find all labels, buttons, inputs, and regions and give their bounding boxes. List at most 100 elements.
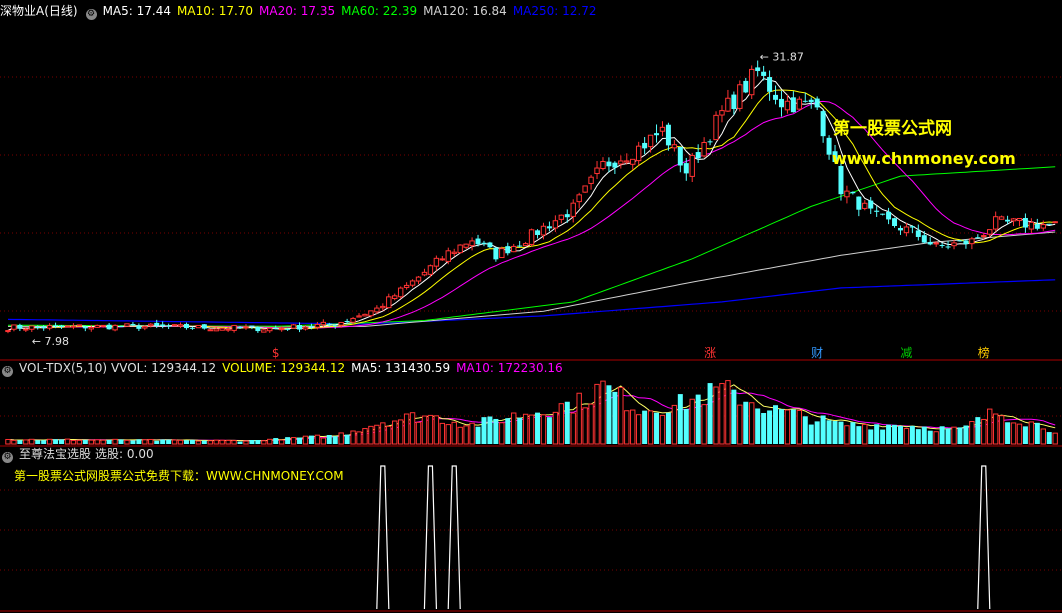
candle-body (689, 154, 695, 177)
candle-body (552, 220, 559, 229)
candle-body (945, 246, 951, 248)
signal-spike-2 (447, 465, 461, 610)
candle (713, 111, 719, 141)
volume-bar (290, 437, 297, 445)
indicator-name[interactable]: 至尊法宝选股 (19, 447, 91, 461)
volume-bar (546, 417, 552, 444)
candle-body (320, 321, 327, 326)
candle-body (505, 246, 511, 254)
volume-bar (368, 425, 374, 445)
volume-bar (106, 439, 112, 444)
volume-bar (880, 429, 886, 444)
candle-body (826, 137, 832, 155)
volume-bar (142, 439, 148, 445)
ma-legend-item-2: MA20: 17.35 (259, 4, 336, 18)
volume-bar (564, 401, 570, 444)
settings-icon[interactable]: ⚙ (85, 9, 97, 20)
candle (659, 121, 666, 137)
volume-bar (118, 439, 124, 444)
candle (671, 139, 678, 152)
volume-bar (463, 425, 469, 445)
candle-body (130, 324, 136, 326)
candle-body (53, 325, 59, 327)
volume-bar (987, 408, 993, 445)
volume-bar (594, 383, 600, 445)
candle-body (874, 210, 880, 212)
vol-legend-item-2: MA5: 131430.59 (351, 361, 451, 375)
candle (683, 157, 689, 181)
signal-spikes (376, 465, 991, 610)
candle-body (517, 245, 523, 247)
candle (356, 313, 362, 318)
candle-body (654, 133, 660, 136)
candle-body (886, 211, 892, 220)
candle-body (290, 324, 297, 329)
volume-bar (743, 401, 749, 444)
candle-body (677, 146, 683, 166)
vol-indicator-name[interactable]: VOL-TDX(5,10) (19, 361, 107, 375)
volume-bar (219, 439, 225, 445)
candle (46, 323, 53, 331)
candle-body (171, 324, 178, 327)
candle (522, 241, 529, 247)
chart-canvas[interactable]: $ 涨 财 减 榜 ← 31.87 ← 7.98 (0, 0, 1062, 613)
candle (439, 256, 446, 261)
volume-bar (951, 426, 957, 445)
candle-body (737, 84, 743, 109)
volume-bar (618, 386, 624, 445)
candle-body (463, 243, 469, 248)
candle-body (285, 328, 291, 330)
candle (892, 217, 898, 228)
volume-bar (826, 420, 832, 444)
candle (517, 240, 523, 248)
volume-bar (267, 438, 273, 445)
candle-body (659, 126, 666, 132)
stock-name[interactable]: 深物业A(日线) (0, 4, 78, 18)
volume-bar (874, 424, 880, 444)
candlesticks (5, 60, 1058, 334)
candle (1046, 223, 1052, 225)
candle (160, 321, 166, 329)
volume-bar (1046, 432, 1052, 444)
volume-bar (397, 419, 404, 445)
candle-body (29, 325, 35, 330)
watermark-cn: 第一股票公式网 (833, 119, 952, 139)
settings-icon[interactable]: ⚙ (2, 452, 13, 463)
volume-bar (243, 440, 249, 445)
volume-bar (76, 439, 83, 445)
candle-body (160, 324, 166, 327)
volume-bar (659, 414, 666, 445)
candle-body (564, 214, 570, 218)
volume-bar (856, 426, 862, 444)
candle (719, 105, 725, 123)
candle-body (588, 176, 594, 184)
settings-icon[interactable]: ⚙ (2, 366, 13, 377)
candle-body (612, 162, 618, 168)
candle-body (540, 225, 547, 236)
volume-bar (261, 440, 267, 445)
volume-bar (737, 404, 743, 445)
volume-bar (635, 414, 642, 445)
vol-legend: VVOL: 129344.12 VOLUME: 129344.12 MA5: 131… (111, 361, 569, 375)
vol-legend-item-1: VOLUME: 129344.12 (222, 361, 346, 375)
candle-body (535, 230, 541, 235)
volume-bar (213, 439, 219, 445)
ma-legend-item-3: MA60: 22.39 (341, 4, 418, 18)
candle (94, 324, 100, 328)
candle-body (624, 160, 630, 163)
candle-body (1052, 221, 1058, 224)
event-marker-1: 涨 (704, 345, 716, 360)
candle-body (820, 111, 826, 137)
volume-header: ⚙ VOL-TDX(5,10) VVOL: 129344.12 VOLUME: 129… (0, 359, 575, 377)
volume-bar (647, 410, 654, 445)
price-low-label: ← 7.98 (32, 335, 69, 348)
candle-body (231, 324, 237, 331)
candle (921, 231, 927, 244)
candle-body (88, 326, 94, 330)
volume-bar (1034, 422, 1040, 444)
volume-bar (445, 424, 451, 445)
candle-body (992, 216, 999, 230)
candle-body (166, 325, 172, 327)
volume-bar (451, 421, 457, 445)
candle-body (451, 251, 457, 254)
